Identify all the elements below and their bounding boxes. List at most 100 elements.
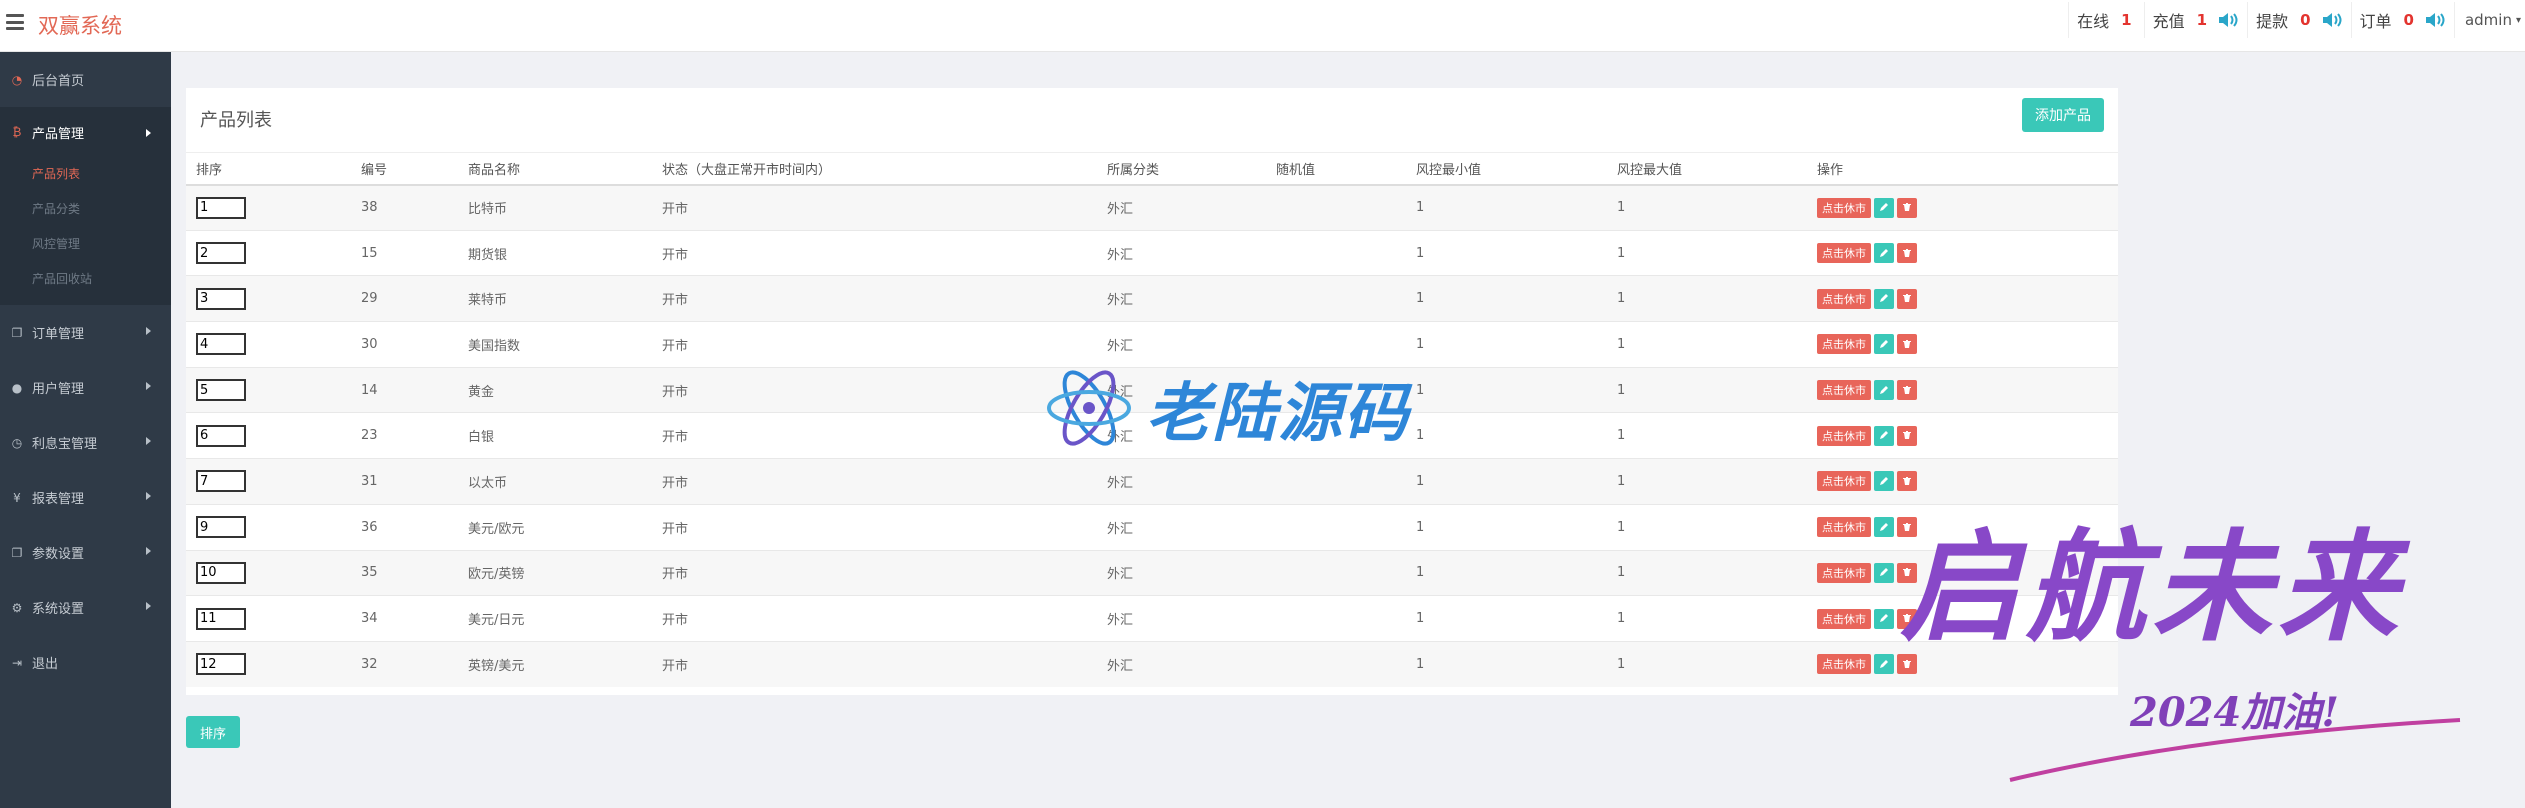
cell-sort xyxy=(186,595,351,642)
cell-risk-min: 1 xyxy=(1406,184,1607,231)
close-market-button[interactable]: 点击休市 xyxy=(1817,334,1871,355)
cell-risk-max: 1 xyxy=(1607,549,1807,596)
cell-name: 白银 xyxy=(458,412,652,459)
edit-button[interactable] xyxy=(1874,425,1894,446)
edit-button[interactable] xyxy=(1874,562,1894,583)
edit-button[interactable] xyxy=(1874,608,1894,629)
sidebar-item-label: 利息宝管理 xyxy=(32,437,98,452)
cell-risk-max: 1 xyxy=(1607,229,1807,276)
cell-name: 美国指数 xyxy=(458,321,652,368)
user-menu[interactable]: admin ▾ xyxy=(2453,2,2525,38)
sort-order-input[interactable] xyxy=(196,561,246,584)
column-header-actions: 操作 xyxy=(1807,152,2118,186)
sidebar-item-params[interactable]: ❐ 参数设置 xyxy=(0,525,171,580)
brand-title: 双赢系统 xyxy=(38,14,122,38)
close-market-button[interactable]: 点击休市 xyxy=(1817,288,1871,309)
sort-order-input[interactable] xyxy=(196,516,246,539)
cell-id: 23 xyxy=(351,412,458,459)
sort-order-input[interactable] xyxy=(196,242,246,265)
sidebar-subitem-product-category[interactable]: 产品分类 xyxy=(0,192,171,227)
sort-order-input[interactable] xyxy=(196,653,246,676)
online-status[interactable]: 在线 1 xyxy=(2068,2,2143,38)
sort-order-input[interactable] xyxy=(196,196,246,219)
close-market-button[interactable]: 点击休市 xyxy=(1817,562,1871,583)
delete-button[interactable] xyxy=(1897,288,1917,309)
online-count: 1 xyxy=(2121,11,2132,29)
cell-random xyxy=(1266,595,1406,642)
sidebar-subitem-product-list[interactable]: 产品列表 xyxy=(0,157,171,192)
sidebar-item-label: 报表管理 xyxy=(32,492,85,507)
sidebar-item-reports[interactable]: ¥ 报表管理 xyxy=(0,470,171,525)
recharge-status[interactable]: 充值 1 xyxy=(2143,2,2247,38)
sort-order-input[interactable] xyxy=(196,607,246,630)
edit-button[interactable] xyxy=(1874,380,1894,401)
sort-order-input[interactable] xyxy=(196,379,246,402)
withdraw-status[interactable]: 提款 0 xyxy=(2247,2,2350,38)
delete-button[interactable] xyxy=(1897,380,1917,401)
sort-button[interactable]: 排序 xyxy=(186,716,240,748)
copy-icon: ❐ xyxy=(11,545,23,560)
close-market-button[interactable]: 点击休市 xyxy=(1817,471,1871,492)
cell-sort xyxy=(186,366,351,413)
pencil-icon xyxy=(1879,337,1889,352)
cell-category: 外汇 xyxy=(1097,595,1266,642)
close-market-button[interactable]: 点击休市 xyxy=(1817,517,1871,538)
order-status[interactable]: 订单 0 xyxy=(2350,2,2454,38)
cell-name: 比特币 xyxy=(458,184,652,231)
close-market-button[interactable]: 点击休市 xyxy=(1817,608,1871,629)
sidebar-item-dashboard[interactable]: ◔ 后台首页 xyxy=(0,52,171,107)
table-row: 15期货银开市外汇 11 点击休市 xyxy=(186,229,2118,276)
sidebar-item-system[interactable]: ⚙ 系统设置 xyxy=(0,580,171,635)
edit-button[interactable] xyxy=(1874,243,1894,264)
table-row: 30美国指数开市外汇 11 点击休市 xyxy=(186,321,2118,368)
watermark-logo: 老陆源码 xyxy=(1046,362,1410,454)
chevron-right-icon xyxy=(146,327,151,335)
pencil-icon xyxy=(1879,200,1889,215)
sort-order-input[interactable] xyxy=(196,470,246,493)
close-market-button[interactable]: 点击休市 xyxy=(1817,654,1871,675)
cell-risk-min: 1 xyxy=(1406,275,1607,322)
sidebar-item-interest[interactable]: ◷ 利息宝管理 xyxy=(0,415,171,470)
close-market-button[interactable]: 点击休市 xyxy=(1817,425,1871,446)
speaker-icon[interactable] xyxy=(2217,11,2239,29)
user-icon: ● xyxy=(11,380,23,395)
speaker-icon[interactable] xyxy=(2424,11,2446,29)
close-market-button[interactable]: 点击休市 xyxy=(1817,197,1871,218)
cell-risk-min: 1 xyxy=(1406,321,1607,368)
sidebar-item-orders[interactable]: ❐ 订单管理 xyxy=(0,305,171,360)
sidebar-item-products[interactable]: ₿ 产品管理 xyxy=(0,107,171,157)
column-header-risk-min: 风控最小值 xyxy=(1406,152,1607,186)
speaker-icon[interactable] xyxy=(2321,11,2343,29)
close-market-button[interactable]: 点击休市 xyxy=(1817,380,1871,401)
chevron-down-icon: ▾ xyxy=(2515,14,2521,26)
top-status-bar: 在线 1 充值 1 提款 0 订单 0 admin ▾ xyxy=(2068,0,2525,40)
trash-icon xyxy=(1902,200,1912,215)
delete-button[interactable] xyxy=(1897,243,1917,264)
close-market-button[interactable]: 点击休市 xyxy=(1817,243,1871,264)
sidebar-item-users[interactable]: ● 用户管理 xyxy=(0,360,171,415)
sidebar-subitem-risk-control[interactable]: 风控管理 xyxy=(0,227,171,262)
sort-order-input[interactable] xyxy=(196,424,246,447)
menu-toggle-icon[interactable] xyxy=(6,14,24,30)
edit-button[interactable] xyxy=(1874,288,1894,309)
cell-sort xyxy=(186,184,351,231)
cell-category: 外汇 xyxy=(1097,321,1266,368)
edit-button[interactable] xyxy=(1874,334,1894,355)
cell-name: 欧元/英镑 xyxy=(458,549,652,596)
edit-button[interactable] xyxy=(1874,471,1894,492)
sidebar: ◔ 后台首页 ₿ 产品管理 产品列表 产品分类 风控管理 产品回收站 ❐ 订单管… xyxy=(0,52,171,808)
sidebar-item-logout[interactable]: ⇥ 退出 xyxy=(0,635,171,690)
pencil-icon xyxy=(1879,611,1889,626)
delete-button[interactable] xyxy=(1897,425,1917,446)
cell-random xyxy=(1266,640,1406,688)
cell-sort xyxy=(186,321,351,368)
edit-button[interactable] xyxy=(1874,517,1894,538)
edit-button[interactable] xyxy=(1874,197,1894,218)
sort-order-input[interactable] xyxy=(196,333,246,356)
sidebar-subitem-recycle-bin[interactable]: 产品回收站 xyxy=(0,262,171,297)
delete-button[interactable] xyxy=(1897,334,1917,355)
delete-button[interactable] xyxy=(1897,197,1917,218)
edit-button[interactable] xyxy=(1874,654,1894,675)
sort-order-input[interactable] xyxy=(196,287,246,310)
add-product-button[interactable]: 添加产品 xyxy=(2022,98,2104,132)
